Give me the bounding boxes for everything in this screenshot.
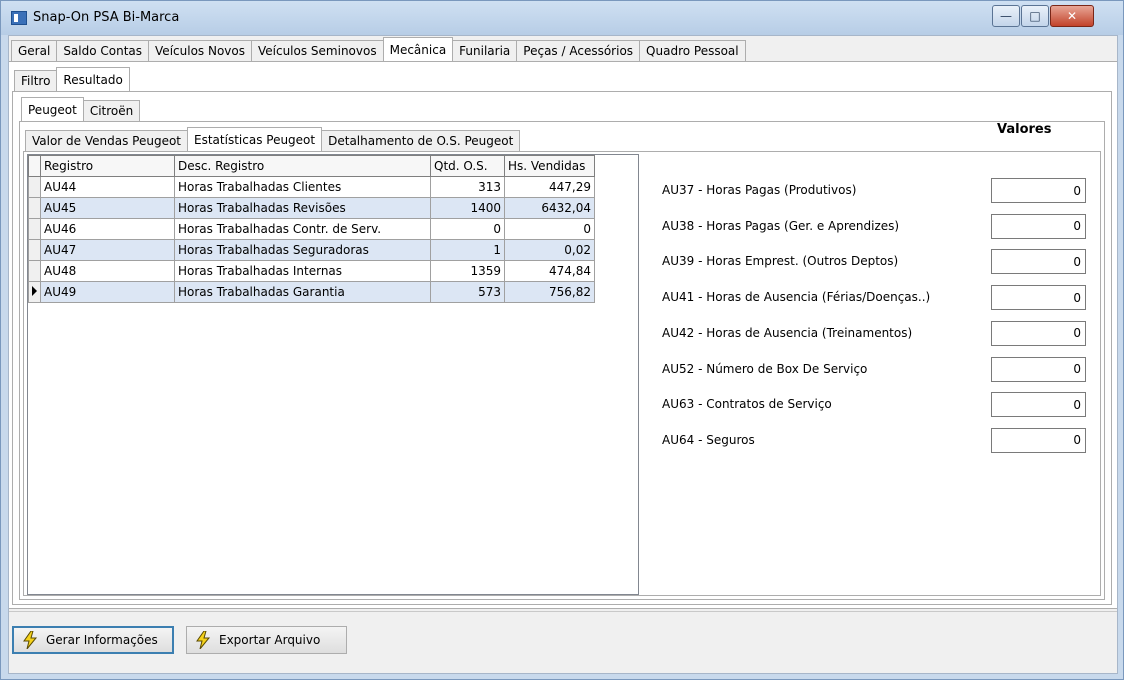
sub-tab-0[interactable]: Filtro — [14, 70, 58, 91]
table-cell[interactable]: 0,02 — [504, 239, 595, 261]
value-input[interactable] — [991, 213, 1086, 239]
detail-tab-2[interactable]: Detalhamento de O.S. Peugeot — [321, 130, 521, 151]
table-cell[interactable]: Horas Trabalhadas Clientes — [174, 176, 431, 198]
table-row[interactable]: AU44 Horas Trabalhadas Clientes 313 447,29 — [28, 176, 595, 198]
sub-tabs: Filtro Resultado — [14, 67, 130, 91]
main-tab-5[interactable]: Funilaria — [452, 40, 518, 61]
table-row[interactable]: AU46 Horas Trabalhadas Contr. de Serv. 0 0 — [28, 218, 595, 240]
minimize-icon: — — [1000, 9, 1012, 23]
table-cell[interactable]: 447,29 — [504, 176, 595, 198]
window-title: Snap-On PSA Bi-Marca — [33, 10, 180, 25]
row-indicator[interactable] — [28, 239, 41, 261]
client-area: Geral Saldo Contas Veículos Novos Veículos … — [8, 35, 1118, 674]
table-cell[interactable]: 474,84 — [504, 260, 595, 282]
app-icon — [11, 11, 27, 25]
table-cell[interactable]: AU45 — [40, 197, 175, 219]
close-button[interactable]: ✕ — [1050, 5, 1094, 27]
table-cell[interactable]: Horas Trabalhadas Revisões — [174, 197, 431, 219]
minimize-button[interactable]: — — [992, 5, 1020, 27]
detail-tab-1[interactable]: Estatísticas Peugeot — [187, 127, 323, 151]
table-cell[interactable]: AU47 — [40, 239, 175, 261]
col-header-hs[interactable]: Hs. Vendidas — [504, 155, 595, 177]
table-cell[interactable]: 1359 — [430, 260, 505, 282]
brand-tabs: Peugeot Citroën — [21, 97, 141, 121]
generate-button[interactable]: Gerar Informações — [12, 626, 174, 654]
value-label: AU64 - Seguros — [662, 432, 755, 447]
col-header-desc[interactable]: Desc. Registro — [174, 155, 431, 177]
row-indicator[interactable] — [28, 260, 41, 282]
col-header-registro[interactable]: Registro — [40, 155, 175, 177]
title-bar[interactable]: Snap-On PSA Bi-Marca — □ ✕ — [1, 1, 1123, 35]
col-header-qtd[interactable]: Qtd. O.S. — [430, 155, 505, 177]
row-indicator[interactable] — [28, 197, 41, 219]
value-label: AU52 - Número de Box De Serviço — [662, 361, 868, 376]
table-cell[interactable]: 313 — [430, 176, 505, 198]
table-cell[interactable]: 1 — [430, 239, 505, 261]
maximize-icon: □ — [1029, 9, 1041, 23]
main-tab-3[interactable]: Veículos Seminovos — [250, 40, 384, 61]
data-grid[interactable]: Registro Desc. Registro Qtd. O.S. Hs. Ve… — [27, 154, 639, 595]
table-row[interactable]: AU47 Horas Trabalhadas Seguradoras 1 0,02 — [28, 239, 595, 261]
detail-tab-0[interactable]: Valor de Vendas Peugeot — [25, 130, 189, 151]
brand-tab-0[interactable]: Peugeot — [21, 97, 84, 121]
close-icon: ✕ — [1066, 9, 1078, 23]
main-tab-6[interactable]: Peças / Acessórios — [516, 40, 641, 61]
table-cell[interactable]: 756,82 — [504, 281, 595, 303]
table-cell[interactable]: 1400 — [430, 197, 505, 219]
table-cell[interactable]: AU44 — [40, 176, 175, 198]
footer-bar: Gerar Informações Exportar Arquivo — [9, 611, 1117, 672]
values-header: Valores — [997, 122, 1052, 137]
sub-tab-1[interactable]: Resultado — [56, 67, 130, 91]
table-cell[interactable]: 0 — [504, 218, 595, 240]
row-indicator-header — [28, 155, 41, 177]
value-label: AU38 - Horas Pagas (Ger. e Aprendizes) — [662, 218, 900, 233]
table-cell[interactable]: 6432,04 — [504, 197, 595, 219]
table-cell[interactable]: Horas Trabalhadas Contr. de Serv. — [174, 218, 431, 240]
table-row[interactable]: AU49 Horas Trabalhadas Garantia 573 756,82 — [28, 281, 595, 303]
main-tab-0[interactable]: Geral — [11, 40, 58, 61]
lightning-bolt-icon — [23, 631, 38, 649]
value-input[interactable] — [991, 285, 1086, 311]
table-cell[interactable]: AU49 — [40, 281, 175, 303]
table-cell[interactable]: Horas Trabalhadas Garantia — [174, 281, 431, 303]
table-cell[interactable]: AU46 — [40, 218, 175, 240]
main-tab-4[interactable]: Mecânica — [382, 37, 454, 61]
value-input[interactable] — [991, 178, 1086, 203]
generate-button-label: Gerar Informações — [46, 633, 158, 647]
value-label: AU63 - Contratos de Serviço — [662, 397, 832, 412]
value-input[interactable] — [991, 249, 1086, 275]
table-cell[interactable]: Horas Trabalhadas Seguradoras — [174, 239, 431, 261]
value-input[interactable] — [991, 320, 1086, 346]
table-row[interactable]: AU48 Horas Trabalhadas Internas 1359 474,84 — [28, 260, 595, 282]
row-indicator[interactable] — [28, 281, 41, 303]
row-indicator[interactable] — [28, 218, 41, 240]
main-tabs: Geral Saldo Contas Veículos Novos Veículos … — [11, 37, 746, 61]
table-row[interactable]: AU45 Horas Trabalhadas Revisões 1400 6432,0… — [28, 197, 595, 219]
table-cell[interactable]: AU48 — [40, 260, 175, 282]
data-table: Registro Desc. Registro Qtd. O.S. Hs. Ve… — [28, 155, 595, 303]
export-button[interactable]: Exportar Arquivo — [186, 626, 347, 654]
value-label: AU41 - Horas de Ausencia (Férias/Doenças… — [662, 290, 931, 305]
app-window: Snap-On PSA Bi-Marca — □ ✕ Geral Saldo Co… — [0, 0, 1124, 680]
table-cell[interactable]: Horas Trabalhadas Internas — [174, 260, 431, 282]
main-tab-7[interactable]: Quadro Pessoal — [639, 40, 746, 61]
table-cell[interactable]: 0 — [430, 218, 505, 240]
row-indicator[interactable] — [28, 176, 41, 198]
maximize-button[interactable]: □ — [1021, 5, 1049, 27]
value-label: AU39 - Horas Emprest. (Outros Deptos) — [662, 254, 899, 269]
lightning-bolt-icon — [196, 631, 211, 649]
main-tab-1[interactable]: Saldo Contas — [56, 40, 150, 61]
value-label: AU42 - Horas de Ausencia (Treinamentos) — [662, 325, 913, 340]
main-tab-2[interactable]: Veículos Novos — [148, 40, 252, 61]
value-input[interactable] — [991, 427, 1086, 453]
export-button-label: Exportar Arquivo — [219, 633, 321, 647]
detail-tabs: Valor de Vendas Peugeot Estatísticas Peug… — [25, 127, 521, 151]
current-row-icon — [32, 286, 37, 296]
value-label: AU37 - Horas Pagas (Produtivos) — [662, 183, 857, 197]
brand-tab-1[interactable]: Citroën — [82, 100, 141, 121]
table-cell[interactable]: 573 — [430, 281, 505, 303]
value-input[interactable] — [991, 392, 1086, 418]
value-input[interactable] — [991, 356, 1086, 382]
